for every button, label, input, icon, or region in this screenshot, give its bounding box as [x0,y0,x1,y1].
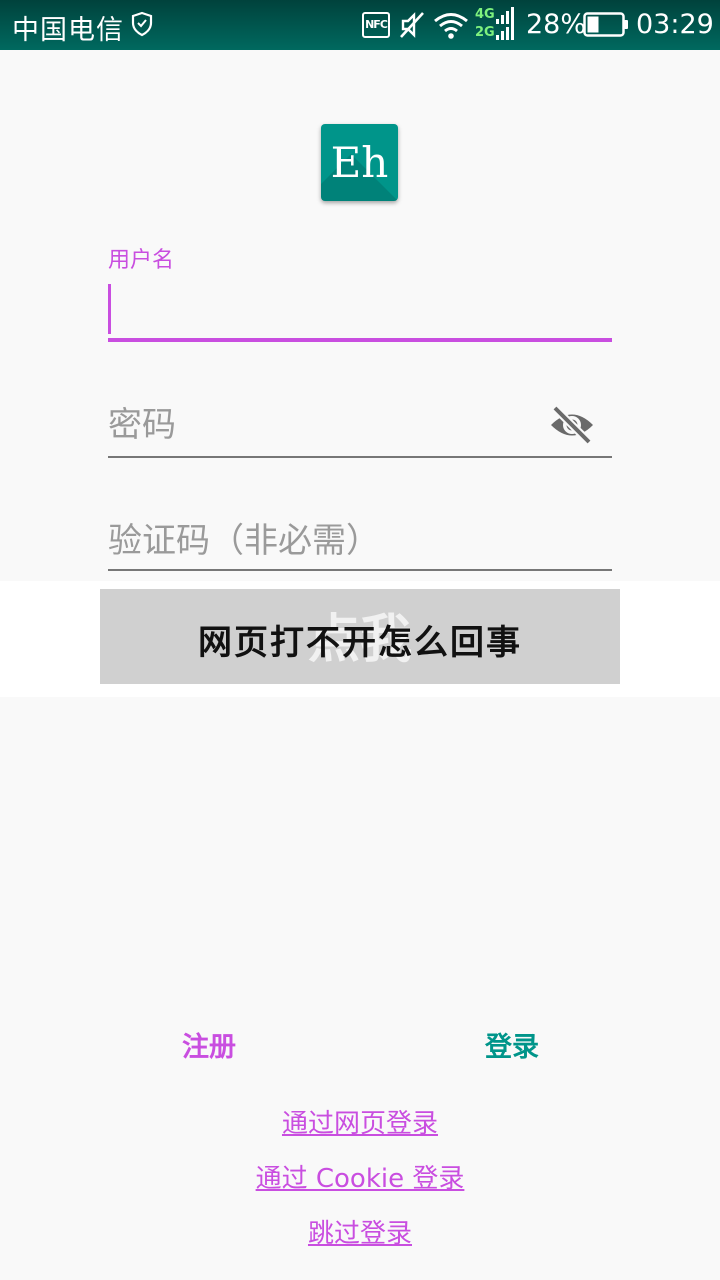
wifi-icon [434,13,468,39]
carrier-name: 中国电信 [12,15,124,46]
status-bar: 中国电信 NFC 4G 2G 28% 03:29 [0,0,720,50]
svg-text:4G: 4G [475,7,495,22]
username-underline [108,338,612,342]
shield-icon [131,11,153,37]
password-underline [108,456,612,458]
overlay-title: 网页打不开怎么回事 [198,623,522,663]
battery-icon [583,12,628,37]
mute-icon [400,12,424,38]
overlay-banner[interactable]: 点我 网页打不开怎么回事 [100,589,620,684]
captcha-input[interactable] [108,516,612,566]
skip-login-link[interactable]: 跳过登录 [0,1213,720,1250]
cookie-login-link[interactable]: 通过 Cookie 登录 [0,1158,720,1195]
register-button[interactable]: 注册 [168,1022,250,1066]
nfc-icon: NFC [362,12,390,38]
signal-icon: 4G 2G [475,7,514,40]
app-logo: Eh [321,124,398,201]
web-login-link[interactable]: 通过网页登录 [0,1103,720,1140]
battery-percent: 28% [526,9,587,40]
logo-text: Eh [330,138,389,187]
visibility-off-icon[interactable] [548,404,596,446]
login-button[interactable]: 登录 [470,1022,554,1066]
clock: 03:29 [636,9,714,40]
username-input[interactable] [108,285,538,333]
captcha-underline [108,569,612,571]
username-label: 用户名 [108,248,175,273]
svg-text:2G: 2G [475,25,495,40]
password-input[interactable] [108,400,538,450]
